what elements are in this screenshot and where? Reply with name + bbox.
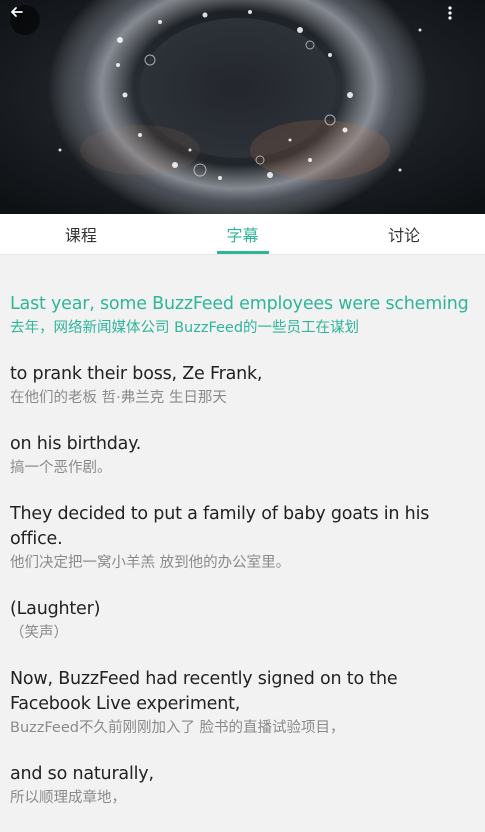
- subtitle-chinese: 去年，网络新闻媒体公司 BuzzFeed的一些员工在谋划: [10, 320, 360, 336]
- tab-discussion-label: 讨论: [388, 226, 421, 245]
- tab-subtitles-label: 字幕: [226, 226, 259, 245]
- subtitle-english: to prank their boss, Ze Frank,: [10, 364, 263, 384]
- subtitle-item[interactable]: (Laughter) （笑声）: [10, 597, 475, 643]
- video-frame: [0, 0, 485, 214]
- more-vertical-icon: [448, 6, 452, 20]
- subtitle-item[interactable]: on his birthday. 搞一个恶作剧。: [10, 432, 475, 478]
- subtitle-english: Last year, some BuzzFeed employees were …: [10, 294, 469, 314]
- subtitle-chinese: （笑声）: [10, 625, 68, 641]
- subtitle-english: They decided to put a family of baby goa…: [10, 504, 430, 549]
- subtitle-chinese: 搞一个恶作剧。: [10, 460, 112, 476]
- subtitle-list: Last year, some BuzzFeed employees were …: [0, 255, 485, 832]
- subtitle-chinese: 他们决定把一窝小羊羔 放到他的办公室里。: [10, 555, 291, 571]
- tab-discussion[interactable]: 讨论: [323, 214, 485, 254]
- subtitle-item[interactable]: They decided to put a family of baby goa…: [10, 502, 475, 573]
- tab-subtitles[interactable]: 字幕: [162, 214, 324, 254]
- subtitle-item[interactable]: to prank their boss, Ze Frank, 在他们的老板 哲·…: [10, 362, 475, 408]
- subtitle-english: and so naturally,: [10, 764, 154, 784]
- arrow-left-icon: [11, 7, 23, 17]
- subtitle-chinese: 所以顺理成章地，: [10, 790, 126, 806]
- tab-course-label: 课程: [64, 226, 97, 245]
- subtitle-english: on his birthday.: [10, 434, 142, 454]
- subtitle-english: Now, BuzzFeed had recently signed on to …: [10, 669, 398, 714]
- active-tab-indicator: [216, 251, 269, 254]
- subtitle-item-current[interactable]: Last year, some BuzzFeed employees were …: [10, 292, 475, 338]
- subtitle-english: (Laughter): [10, 599, 101, 619]
- back-button[interactable]: [10, 5, 40, 35]
- tab-course[interactable]: 课程: [0, 214, 162, 254]
- video-player[interactable]: [0, 0, 485, 214]
- subtitle-chinese: BuzzFeed不久前刚刚加入了 脸书的直播试验项目，: [10, 720, 345, 736]
- subtitle-chinese: 在他们的老板 哲·弗兰克 生日那天: [10, 390, 227, 406]
- more-options-button[interactable]: [447, 5, 477, 35]
- tab-bar: 课程 字幕 讨论: [0, 214, 485, 255]
- subtitle-item[interactable]: and so naturally, 所以顺理成章地，: [10, 762, 475, 808]
- subtitle-item[interactable]: Now, BuzzFeed had recently signed on to …: [10, 667, 475, 738]
